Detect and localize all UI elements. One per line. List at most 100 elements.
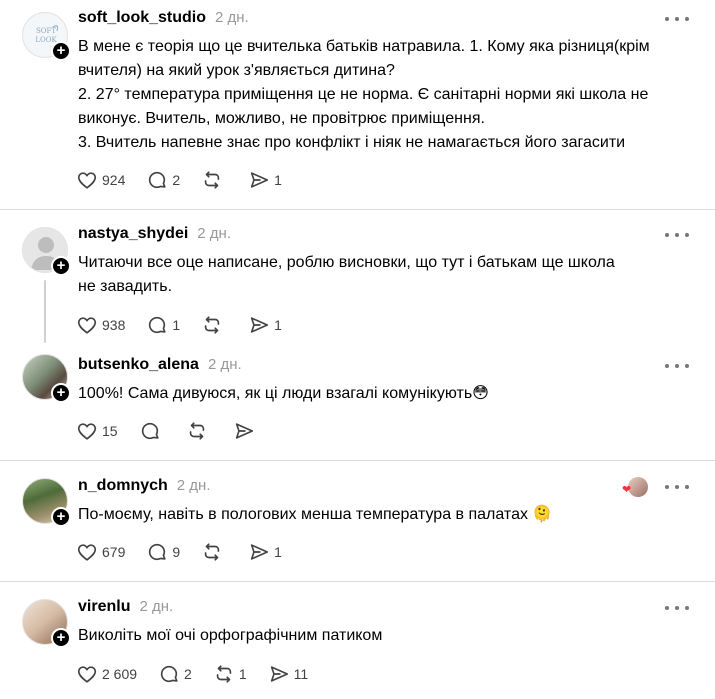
post-text-line: Виколіть мої очі орфографічним патиком — [78, 627, 383, 644]
like-button[interactable]: 2 609 — [76, 663, 137, 685]
post-text-line: В мене є теорія що це вчителька батьків … — [78, 38, 650, 55]
timestamp[interactable]: 2 дн. — [215, 9, 249, 26]
repost-icon — [216, 665, 232, 683]
like-count: 2 609 — [102, 666, 138, 682]
username[interactable]: virenlu — [78, 598, 130, 616]
repost-count: 1 — [238, 666, 247, 682]
send-icon — [235, 423, 253, 439]
timestamp[interactable]: 2 дн. — [197, 225, 231, 242]
more-options-icon[interactable] — [665, 477, 689, 497]
share-button[interactable] — [233, 420, 259, 442]
heart-filled-icon: ❤ — [622, 484, 632, 496]
post-header: n_domnych 2 дн. — [78, 477, 211, 499]
divider — [0, 209, 715, 210]
follow-plus-icon[interactable]: + — [51, 41, 71, 61]
action-bar: 679 9 1 — [76, 539, 303, 565]
avatar[interactable]: SOFT LOOK + — [22, 12, 71, 61]
post-text-line: 100%! Сама дивуюся, як ці люди взагалі к… — [78, 385, 489, 402]
like-button[interactable]: 679 — [76, 541, 125, 563]
replies-feed: SOFT LOOK + soft_look_studio 2 дн. В мен… — [0, 0, 715, 699]
like-button[interactable]: 924 — [76, 169, 125, 191]
repost-button[interactable] — [201, 314, 227, 336]
follow-plus-icon[interactable]: + — [51, 256, 71, 276]
post-text: В мене є теорія що це вчителька батьків … — [78, 35, 688, 155]
like-button[interactable]: 15 — [76, 420, 118, 442]
more-options-icon[interactable] — [665, 598, 689, 618]
timestamp[interactable]: 2 дн. — [139, 598, 173, 615]
username[interactable]: soft_look_studio — [78, 9, 206, 27]
divider — [0, 460, 715, 461]
send-icon — [270, 666, 288, 682]
like-button[interactable]: 938 — [76, 314, 125, 336]
comment-icon — [149, 543, 166, 561]
post-header: butsenko_alena 2 дн. — [78, 356, 242, 378]
repost-icon — [189, 422, 204, 440]
post-text-line: виконує. Вчитель, можливо, не провітрює … — [78, 110, 485, 127]
logo-text-soft: SOFT — [36, 27, 56, 35]
reply-count: 2 — [172, 172, 181, 188]
follow-plus-icon[interactable]: + — [51, 628, 71, 648]
avatar[interactable]: + — [22, 478, 71, 527]
post-text-line: 3. Вчитель напевне знає про конфлікт і н… — [78, 134, 626, 151]
share-count: 1 — [274, 544, 282, 560]
repost-button[interactable]: 1 — [213, 663, 247, 685]
share-button[interactable]: 1 — [248, 314, 282, 336]
post-header: virenlu 2 дн. — [78, 598, 173, 620]
reply-button[interactable]: 2 — [146, 169, 180, 191]
heart-icon — [77, 423, 97, 440]
liked-by-author-badge: ❤ — [622, 477, 648, 499]
post-text-line: не завадить. — [78, 278, 173, 295]
share-button[interactable]: 11 — [268, 663, 308, 685]
heart-icon — [77, 544, 97, 561]
share-button[interactable]: 1 — [248, 541, 282, 563]
heart-icon — [77, 317, 97, 334]
reply-button[interactable]: 9 — [146, 541, 180, 563]
follow-plus-icon[interactable]: + — [51, 507, 71, 527]
post-text: 100%! Сама дивуюся, як ці люди взагалі к… — [78, 382, 688, 406]
avatar[interactable]: + — [22, 354, 71, 403]
share-count: 1 — [274, 172, 282, 188]
post-text-line: вчителя) на який урок з'являється дитина… — [78, 62, 395, 79]
repost-button[interactable] — [201, 169, 227, 191]
timestamp[interactable]: 2 дн. — [208, 356, 242, 373]
comment-icon — [160, 665, 178, 683]
post-text-line: 2. 27° температура приміщення це не норм… — [78, 86, 649, 103]
reply-button[interactable]: 2 — [158, 663, 192, 685]
reply-count: 1 — [172, 317, 181, 333]
send-icon — [250, 544, 269, 560]
like-count: 924 — [102, 172, 126, 188]
comment-icon — [149, 171, 166, 189]
action-bar: 2 609 2 1 11 — [76, 661, 329, 687]
repost-button[interactable] — [201, 541, 227, 563]
follow-plus-icon[interactable]: + — [51, 383, 71, 403]
reply-button[interactable]: 1 — [146, 314, 180, 336]
action-bar: 924 2 1 — [76, 167, 303, 193]
username[interactable]: nastya_shydei — [78, 225, 188, 243]
timestamp[interactable]: 2 дн. — [177, 477, 211, 494]
post-header: soft_look_studio 2 дн. — [78, 9, 249, 31]
heart-icon — [77, 666, 97, 683]
reply-count: 9 — [172, 544, 181, 560]
send-icon — [250, 317, 269, 333]
divider — [0, 581, 715, 582]
post-text: Читаючи все оце написане, роблю висновки… — [78, 251, 688, 299]
more-options-icon[interactable] — [665, 225, 689, 245]
avatar[interactable]: + — [22, 599, 71, 648]
username[interactable]: n_domnych — [78, 477, 168, 495]
more-options-icon[interactable] — [665, 356, 689, 376]
repost-icon — [204, 171, 220, 189]
thread-line — [44, 280, 46, 343]
username[interactable]: butsenko_alena — [78, 356, 199, 374]
reply-count: 2 — [184, 666, 192, 682]
repost-icon — [204, 543, 220, 561]
like-count: 679 — [102, 544, 126, 560]
post-header: nastya_shydei 2 дн. — [78, 225, 231, 247]
send-icon — [250, 172, 269, 188]
avatar[interactable]: + — [22, 227, 71, 276]
repost-button[interactable] — [186, 420, 212, 442]
more-options-icon[interactable] — [665, 9, 689, 29]
comment-icon — [149, 316, 166, 334]
post-text-line: Читаючи все оце написане, роблю висновки… — [78, 254, 615, 271]
share-button[interactable]: 1 — [248, 169, 282, 191]
reply-button[interactable] — [139, 420, 165, 442]
